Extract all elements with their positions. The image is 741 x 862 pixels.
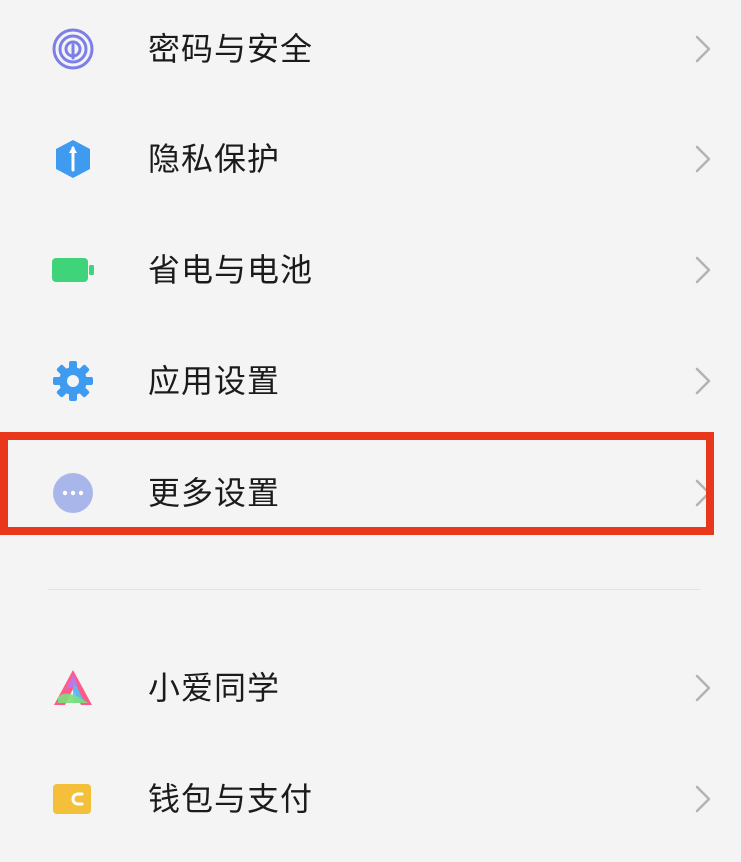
- chevron-right-icon: [694, 673, 712, 703]
- settings-item-label: 钱包与支付: [148, 780, 314, 818]
- settings-item-privacy[interactable]: 隐私保护: [0, 104, 741, 214]
- chevron-right-icon: [694, 255, 712, 285]
- chevron-right-icon: [694, 478, 712, 508]
- settings-screen: 密码与安全 隐私保护 省电与电池 应用设置 更多设置 小爱同学 钱包与支付: [0, 0, 741, 862]
- settings-item-password-security[interactable]: 密码与安全: [0, 0, 741, 104]
- settings-item-label: 小爱同学: [148, 669, 281, 707]
- fingerprint-icon: [52, 28, 94, 70]
- wallet-icon: [52, 778, 94, 820]
- settings-item-label: 更多设置: [148, 474, 281, 512]
- settings-item-app-settings[interactable]: 应用设置: [0, 326, 741, 436]
- more-dots-icon: [52, 472, 94, 514]
- settings-item-label: 隐私保护: [148, 140, 281, 178]
- settings-item-label: 省电与电池: [148, 251, 314, 289]
- chevron-right-icon: [694, 144, 712, 174]
- chevron-right-icon: [694, 366, 712, 396]
- xiaoai-assistant-icon: [52, 667, 94, 709]
- gear-icon: [52, 360, 94, 402]
- settings-item-label: 密码与安全: [148, 30, 314, 68]
- settings-item-label: 应用设置: [148, 362, 281, 400]
- privacy-shield-icon: [52, 138, 94, 180]
- settings-item-wallet-payment[interactable]: 钱包与支付: [0, 744, 741, 854]
- section-divider: [48, 589, 700, 590]
- settings-item-xiaoai[interactable]: 小爱同学: [0, 633, 741, 743]
- settings-item-battery[interactable]: 省电与电池: [0, 215, 741, 325]
- settings-item-more-settings[interactable]: 更多设置: [0, 438, 741, 548]
- chevron-right-icon: [694, 34, 712, 64]
- chevron-right-icon: [694, 784, 712, 814]
- battery-icon: [52, 249, 94, 291]
